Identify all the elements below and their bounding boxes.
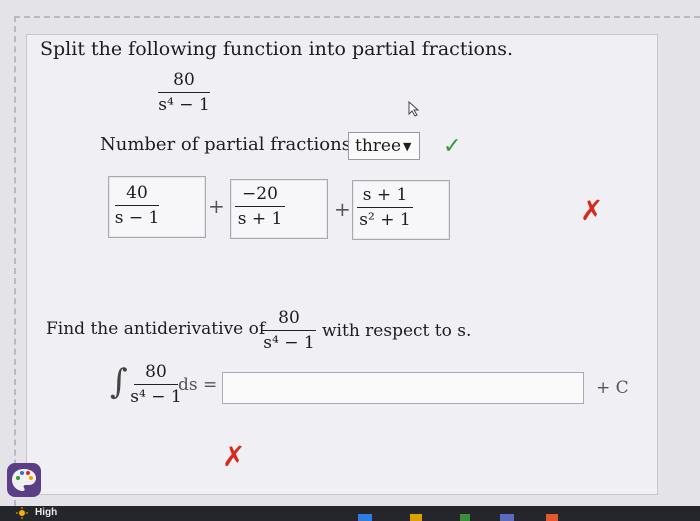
ds-equals: ds = [178, 375, 218, 395]
fraction-bar [235, 206, 285, 207]
term-numerator-2: −20 [242, 184, 278, 204]
count-select[interactable]: three ▼ [348, 132, 420, 160]
mouse-cursor-icon [408, 100, 420, 117]
term-numerator-3: s + 1 [362, 185, 408, 205]
integral-fraction: 80 s⁴ − 1 [130, 362, 181, 407]
question-panel [26, 34, 658, 304]
integral-denominator: s⁴ − 1 [130, 387, 182, 407]
count-label: Number of partial fractions: [100, 134, 357, 155]
term-fraction-2: −20 s + 1 [235, 184, 285, 229]
constant-of-integration: + C [596, 378, 629, 398]
palette-icon[interactable] [6, 462, 42, 498]
triangle-down-icon: ▼ [403, 139, 412, 153]
incorrect-x-icon: ✗ [580, 194, 604, 227]
term-fraction-1: 40 s − 1 [114, 183, 160, 228]
function-numerator: 80 [173, 70, 195, 90]
weather-sun-icon [16, 507, 28, 519]
term-box-2[interactable]: −20 s + 1 [230, 179, 328, 239]
antiderivative-denominator: s⁴ − 1 [263, 333, 315, 353]
term-denominator-1: s − 1 [114, 208, 160, 228]
taskbar-app-icon[interactable] [460, 514, 470, 521]
antiderivative-answer-input[interactable] [222, 372, 584, 404]
term-denominator-3: s² + 1 [359, 210, 411, 230]
plus-sign: + [208, 194, 225, 218]
taskbar-app-icon[interactable] [500, 514, 514, 521]
antiderivative-function-fraction: 80 s⁴ − 1 [262, 308, 316, 353]
instruction-text: Split the following function into partia… [40, 38, 513, 60]
page-border-left [14, 16, 16, 506]
taskbar-app-icon[interactable] [358, 514, 372, 521]
term-numerator-1: 40 [126, 183, 148, 203]
fraction-bar [134, 384, 178, 385]
function-fraction: 80 s⁴ − 1 [158, 70, 210, 115]
taskbar-app-icon[interactable] [546, 514, 558, 521]
fraction-bar [357, 207, 413, 208]
fraction-bar [158, 92, 210, 93]
antiderivative-suffix: with respect to s. [322, 321, 472, 341]
term-box-3[interactable]: s + 1 s² + 1 [352, 180, 450, 240]
count-select-value: three [355, 136, 402, 156]
integral-sign: ∫ [110, 362, 128, 402]
term-fraction-3: s + 1 s² + 1 [357, 185, 413, 230]
fraction-bar [262, 330, 316, 331]
fraction-bar [115, 205, 159, 206]
integral-numerator: 80 [145, 362, 167, 382]
antiderivative-numerator: 80 [278, 308, 300, 328]
incorrect-x-icon: ✗ [222, 440, 246, 473]
taskbar: High [0, 506, 700, 521]
antiderivative-prefix: Find the antiderivative of [46, 319, 266, 339]
term-box-1[interactable]: 40 s − 1 [108, 176, 206, 238]
taskbar-status-label: High [35, 507, 58, 518]
function-denominator: s⁴ − 1 [158, 95, 210, 115]
term-denominator-2: s + 1 [237, 209, 283, 229]
plus-sign: + [334, 197, 351, 221]
page-border-top [14, 16, 700, 18]
correct-check-icon: ✓ [443, 134, 462, 159]
taskbar-app-icon[interactable] [410, 514, 422, 521]
